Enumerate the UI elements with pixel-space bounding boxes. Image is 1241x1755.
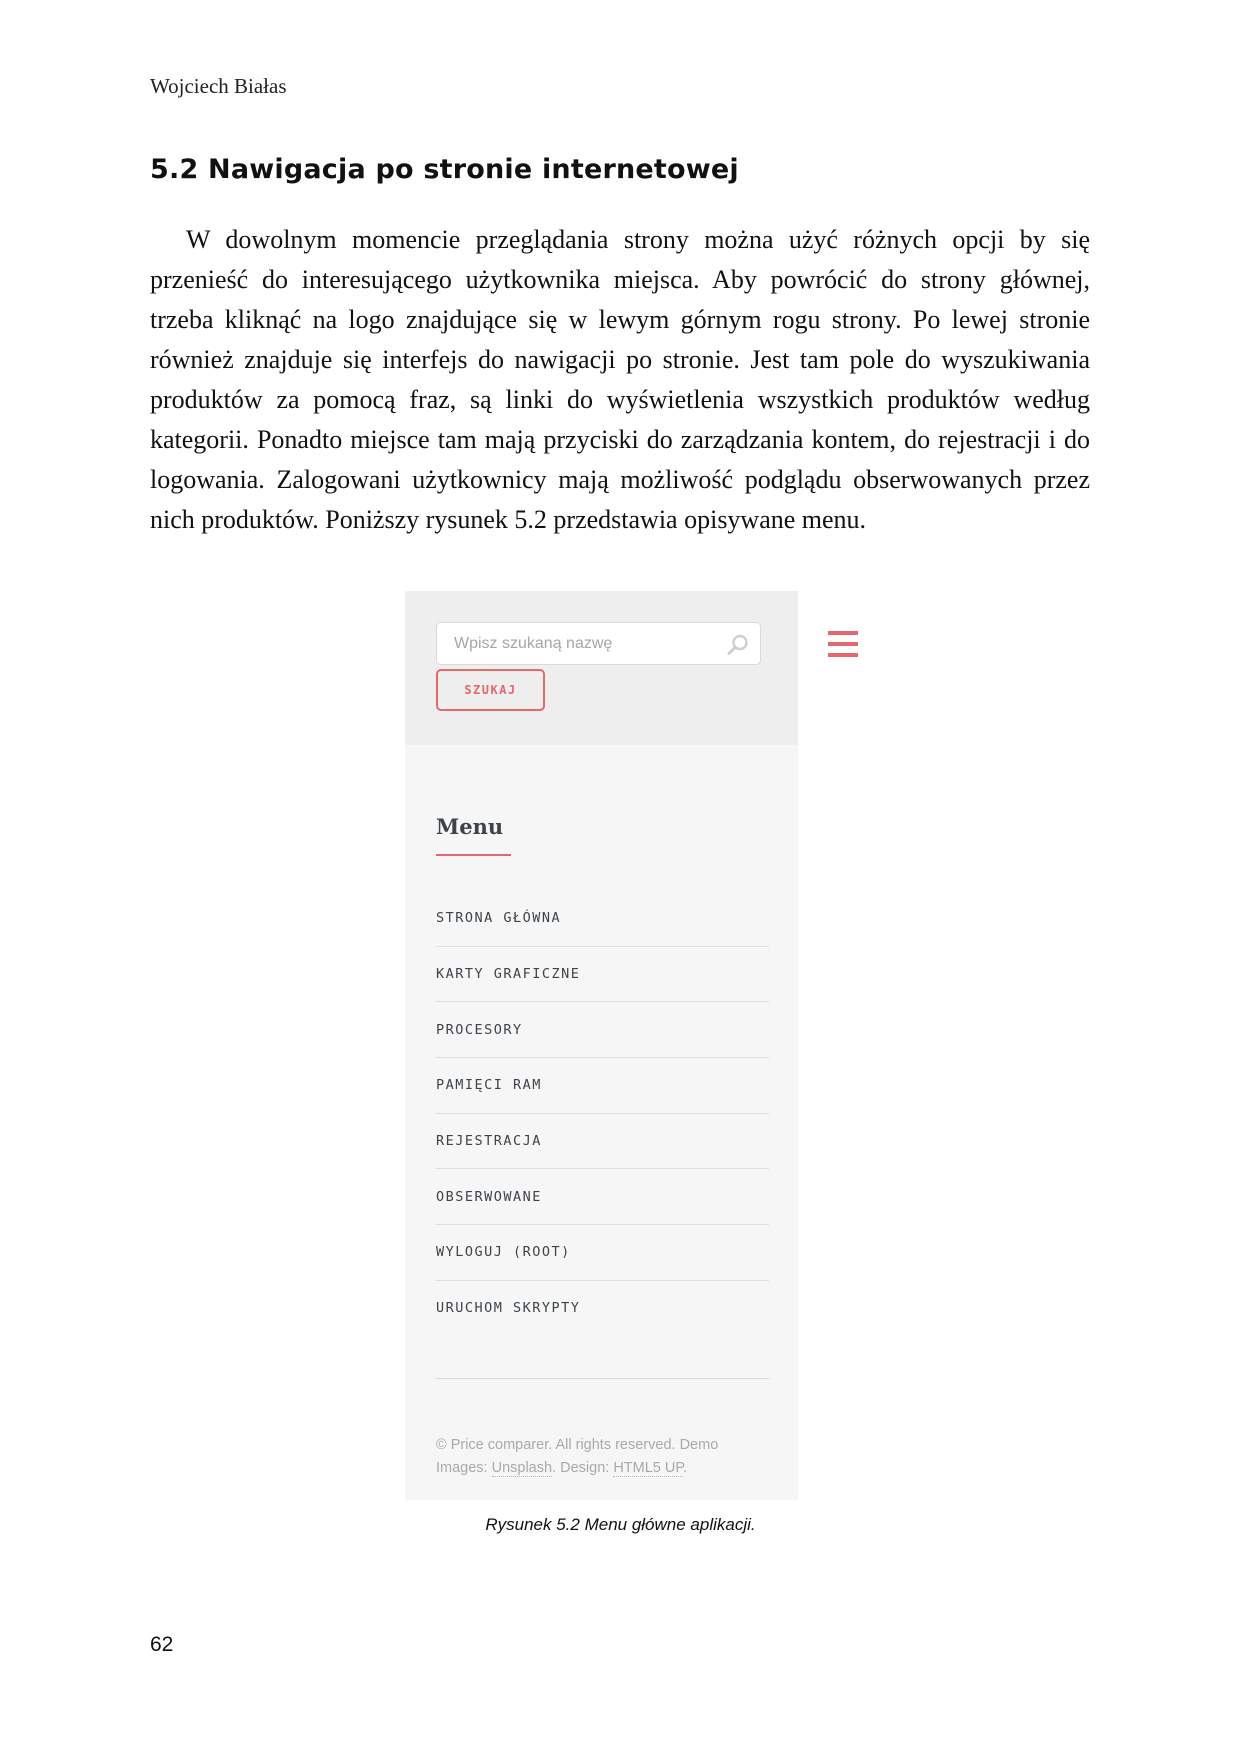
menu-item-label: WYLOGUJ (ROOT) bbox=[436, 1244, 571, 1261]
search-zone: Wpisz szukaną nazwę SZUKAJ bbox=[405, 591, 798, 745]
search-placeholder: Wpisz szukaną nazwę bbox=[454, 635, 613, 652]
footer-text-part: . Design: bbox=[552, 1460, 614, 1476]
body-paragraph: W dowolnym momencie przeglądania strony … bbox=[150, 225, 1090, 534]
menu-item-label: REJESTRACJA bbox=[436, 1133, 542, 1150]
menu-item-strona-glowna[interactable]: STRONA GŁÓWNA bbox=[436, 890, 769, 946]
running-head: Wojciech Białas bbox=[150, 74, 287, 98]
hamburger-icon[interactable] bbox=[828, 631, 858, 658]
menu-item-karty-graficzne[interactable]: KARTY GRAFICZNE bbox=[436, 945, 769, 1002]
menu-item-wyloguj[interactable]: WYLOGUJ (ROOT) bbox=[436, 1224, 769, 1280]
menu-heading: Menu bbox=[436, 814, 504, 839]
section-title: 5.2 Nawigacja po stronie internetowej bbox=[150, 154, 739, 185]
footer-copyright: © Price comparer. All rights reserved. D… bbox=[436, 1434, 766, 1480]
search-icon[interactable] bbox=[726, 633, 750, 657]
search-input[interactable]: Wpisz szukaną nazwę bbox=[436, 622, 761, 665]
unsplash-link[interactable]: Unsplash bbox=[491, 1460, 553, 1477]
menu-item-rejestracja[interactable]: REJESTRACJA bbox=[436, 1112, 769, 1169]
menu-item-label: OBSERWOWANE bbox=[436, 1188, 542, 1205]
search-button[interactable]: SZUKAJ bbox=[436, 669, 545, 711]
menu-item-pamieci-ram[interactable]: PAMIĘCI RAM bbox=[436, 1057, 769, 1113]
menu-item-label: STRONA GŁÓWNA bbox=[436, 909, 562, 926]
menu-item-label: PAMIĘCI RAM bbox=[436, 1077, 542, 1094]
footer-divider bbox=[436, 1378, 769, 1379]
page-number: 62 bbox=[150, 1633, 174, 1656]
html5up-link[interactable]: HTML5 UP bbox=[613, 1460, 684, 1477]
menu-item-label: KARTY GRAFICZNE bbox=[436, 966, 581, 983]
figure-menu-screenshot: Wpisz szukaną nazwę SZUKAJ Menu STRONA G… bbox=[405, 591, 798, 1500]
menu-item-obserwowane[interactable]: OBSERWOWANE bbox=[436, 1168, 769, 1224]
menu-item-procesory[interactable]: PROCESORY bbox=[436, 1001, 769, 1057]
menu-list: STRONA GŁÓWNA KARTY GRAFICZNE PROCESORY … bbox=[436, 890, 769, 1336]
menu-item-label: URUCHOM SKRYPTY bbox=[436, 1300, 581, 1317]
menu-heading-underline bbox=[436, 854, 511, 856]
footer-text-part: . bbox=[683, 1460, 688, 1476]
figure-caption: Rysunek 5.2 Menu główne aplikacji. bbox=[485, 1515, 756, 1534]
menu-item-uruchom-skrypty[interactable]: URUCHOM SKRYPTY bbox=[436, 1279, 769, 1336]
menu-item-label: PROCESORY bbox=[436, 1021, 523, 1038]
